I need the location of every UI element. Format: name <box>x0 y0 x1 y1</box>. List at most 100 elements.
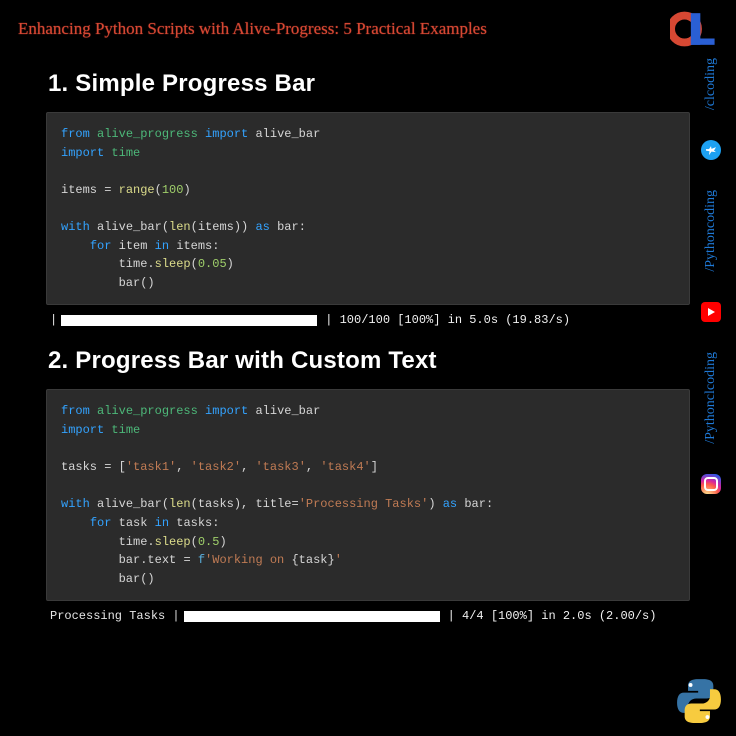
code-token: f <box>198 553 205 567</box>
code-token: alive_progress <box>97 127 198 141</box>
code-token: bar <box>119 553 141 567</box>
code-token: item <box>119 239 148 253</box>
code-token: import <box>205 127 248 141</box>
code-token: time <box>119 535 148 549</box>
code-token: , <box>176 460 190 474</box>
code-token: in <box>155 516 169 530</box>
social-handle[interactable]: /Pythoncoding <box>703 190 719 272</box>
code-token: 0.05 <box>198 257 227 271</box>
code-token: 100 <box>162 183 184 197</box>
social-rail: /clcoding/Pythoncoding/Pythonclcoding <box>696 58 726 494</box>
code-token: alive_progress <box>97 404 198 418</box>
output-prefix: | <box>50 313 57 327</box>
twitter-icon[interactable] <box>701 140 721 160</box>
code-token: tasks <box>198 497 234 511</box>
code-token: ), <box>234 497 256 511</box>
code-token: alive_bar <box>255 127 320 141</box>
code-token: )) <box>234 220 248 234</box>
code-token: ( <box>191 220 198 234</box>
code-token: , <box>306 460 320 474</box>
code-token: = <box>183 553 190 567</box>
code-token: = <box>291 497 298 511</box>
code-token: ( <box>191 535 198 549</box>
code-token: ) <box>428 497 435 511</box>
code-token: import <box>61 146 104 160</box>
code-token: alive_bar <box>255 404 320 418</box>
code-token: . <box>147 257 154 271</box>
code-token: ( <box>155 183 162 197</box>
code-token: as <box>255 220 269 234</box>
code-token: bar <box>119 276 141 290</box>
code-token: bar <box>119 572 141 586</box>
code-token: bar <box>464 497 486 511</box>
code-token: for <box>90 516 112 530</box>
social-handle[interactable]: /Pythonclcoding <box>703 352 719 444</box>
instagram-icon[interactable] <box>701 474 721 494</box>
code-token: , <box>241 460 255 474</box>
code-token: items <box>198 220 234 234</box>
code-token: ' <box>335 553 342 567</box>
code-token: = <box>104 460 111 474</box>
code-token: bar <box>277 220 299 234</box>
code-token: sleep <box>155 535 191 549</box>
section-title: 2. Progress Bar with Custom Text <box>48 347 690 375</box>
code-token: ] <box>371 460 378 474</box>
code-block: from alive_progress import alive_bar imp… <box>46 389 690 601</box>
code-token: ( <box>162 220 169 234</box>
code-token: () <box>140 572 154 586</box>
code-token: alive_bar <box>97 220 162 234</box>
code-token: [ <box>119 460 126 474</box>
code-token: time <box>111 146 140 160</box>
code-token: 'task2' <box>191 460 241 474</box>
progress-bar-fill <box>184 611 440 622</box>
code-token: { <box>291 553 298 567</box>
code-token: from <box>61 404 90 418</box>
code-token: len <box>169 220 191 234</box>
page-title: Enhancing Python Scripts with Alive-Prog… <box>18 19 487 39</box>
code-token: import <box>61 423 104 437</box>
youtube-icon[interactable] <box>701 302 721 322</box>
output-prefix: Processing Tasks | <box>50 609 180 623</box>
code-token: alive_bar <box>97 497 162 511</box>
code-token: text <box>147 553 176 567</box>
code-token: time <box>119 257 148 271</box>
code-token: in <box>155 239 169 253</box>
code-token: ) <box>183 183 190 197</box>
code-token: with <box>61 220 90 234</box>
code-token: : <box>212 239 219 253</box>
code-token: ( <box>191 257 198 271</box>
code-token: . <box>147 535 154 549</box>
brand-logo <box>670 10 718 48</box>
output-stats: | 100/100 [100%] in 5.0s (19.83/s) <box>321 313 570 327</box>
progress-bar-fill <box>61 315 317 326</box>
code-token: with <box>61 497 90 511</box>
code-token: as <box>443 497 457 511</box>
code-token: ( <box>191 497 198 511</box>
output-stats: | 4/4 [100%] in 2.0s (2.00/s) <box>444 609 657 623</box>
code-token: for <box>90 239 112 253</box>
code-token: range <box>119 183 155 197</box>
code-token: 'Processing Tasks' <box>299 497 429 511</box>
python-logo-icon <box>672 674 726 728</box>
code-token: sleep <box>155 257 191 271</box>
code-token: } <box>327 553 334 567</box>
code-token: 0.5 <box>198 535 220 549</box>
code-token: task <box>119 516 148 530</box>
section-title: 1. Simple Progress Bar <box>48 70 690 98</box>
code-token: tasks <box>61 460 97 474</box>
social-handle[interactable]: /clcoding <box>703 58 719 110</box>
code-token: () <box>140 276 154 290</box>
progress-output: Processing Tasks | | 4/4 [100%] in 2.0s (… <box>46 601 690 633</box>
code-token: ( <box>162 497 169 511</box>
code-token: 'task4' <box>320 460 370 474</box>
code-token: = <box>104 183 111 197</box>
header-bar: Enhancing Python Scripts with Alive-Prog… <box>0 0 736 54</box>
code-token: items <box>61 183 97 197</box>
code-token: tasks <box>176 516 212 530</box>
code-token: import <box>205 404 248 418</box>
code-token: time <box>111 423 140 437</box>
code-token: ) <box>219 535 226 549</box>
code-token: : <box>486 497 493 511</box>
code-token: : <box>299 220 306 234</box>
code-token: 'task1' <box>126 460 176 474</box>
